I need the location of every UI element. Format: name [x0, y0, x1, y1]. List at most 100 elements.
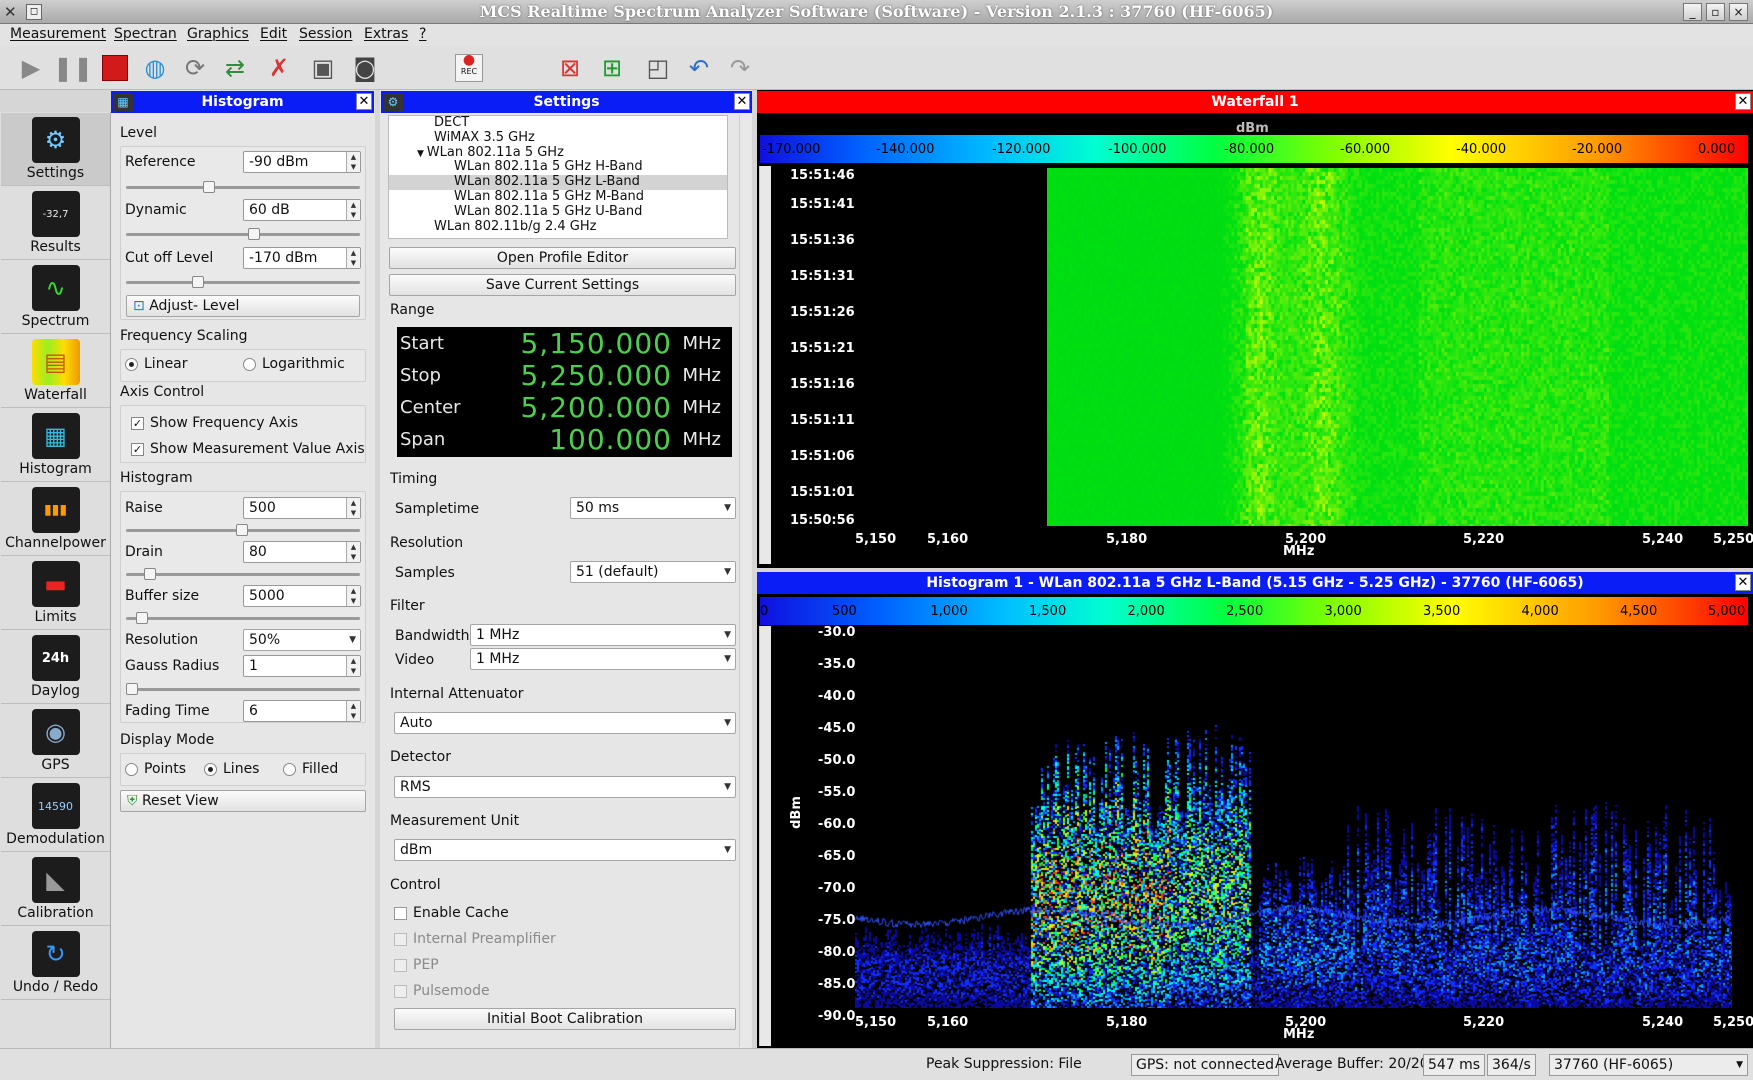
menu-session[interactable]: Session [299, 26, 352, 42]
profile-item[interactable]: WLan 802.11a 5 GHz H-Band [389, 160, 727, 175]
redo-icon[interactable]: ↷ [723, 52, 757, 84]
reference-slider[interactable] [126, 181, 360, 193]
close-button[interactable]: × [1729, 3, 1748, 21]
reset-view-button[interactable]: ⛨ Reset View [120, 790, 366, 812]
lines-radio[interactable]: Lines [204, 761, 259, 777]
menu-edit[interactable]: Edit [260, 26, 287, 42]
points-radio[interactable]: Points [125, 761, 186, 777]
profile-group[interactable]: ▼ WLan 802.11a 5 GHz [389, 145, 727, 161]
linear-radio[interactable]: Linear [125, 356, 188, 372]
attenuator-select[interactable]: Auto ▼ [394, 712, 736, 734]
waterfall-scrollbar[interactable] [759, 166, 771, 564]
undo-icon[interactable]: ↶ [682, 52, 716, 84]
sidebar-item-calibration[interactable]: ◣ Calibration [1, 853, 110, 926]
slider-handle[interactable] [248, 228, 260, 240]
close-settings-panel-icon[interactable]: ✕ [734, 93, 750, 110]
slider-handle[interactable] [192, 276, 204, 288]
sidebar-item-settings[interactable]: ⚙ Settings [1, 113, 110, 186]
show-frequency-axis-checkbox[interactable]: ✓ Show Frequency Axis [131, 415, 298, 431]
dynamic-spinbox[interactable]: 60 dB ▲ ▼ [243, 199, 361, 221]
menu-help[interactable]: ? [419, 26, 426, 42]
dynamic-slider[interactable] [126, 228, 360, 240]
spin-arrows-icon[interactable]: ▲ ▼ [346, 701, 360, 721]
adjust-level-button[interactable]: ⊡ Adjust- Level [126, 295, 360, 317]
sidebar-item-demodulation[interactable]: 14590 Demodulation [1, 779, 110, 852]
reference-spinbox[interactable]: -90 dBm ▲ ▼ [243, 151, 361, 173]
minimize-button[interactable]: _ [1683, 3, 1702, 21]
sidebar-item-undo-redo[interactable]: ↻ Undo / Redo [1, 927, 110, 1000]
profile-item[interactable]: DECT [389, 116, 727, 131]
buffer-size-spinbox[interactable]: 5000 ▲ ▼ [243, 585, 361, 607]
probe-icon[interactable]: ◍ [138, 52, 172, 84]
sidebar-item-waterfall[interactable]: ▤ Waterfall [1, 335, 110, 408]
close-histogram-view-icon[interactable]: ✕ [1735, 574, 1751, 591]
profile-tree[interactable]: DECT WiMAX 3.5 GHz ▼ WLan 802.11a 5 GHz … [388, 115, 728, 239]
close-waterfall-icon[interactable]: ✕ [1735, 93, 1751, 110]
spin-arrows-icon[interactable]: ▲ ▼ [346, 586, 360, 606]
logarithmic-radio[interactable]: Logarithmic [243, 356, 345, 372]
spin-arrows-icon[interactable]: ▲ ▼ [346, 542, 360, 562]
drain-spinbox[interactable]: 80 ▲ ▼ [243, 541, 361, 563]
camera-icon[interactable]: ◙ [348, 52, 382, 84]
reset-icon[interactable]: ⟳ [178, 52, 212, 84]
slider-handle[interactable] [203, 181, 215, 193]
connect-icon[interactable]: ⇄ [218, 52, 252, 84]
buffer-size-slider[interactable] [126, 612, 360, 624]
sidebar-item-channelpower[interactable]: ▮▮▮ Channelpower [1, 483, 110, 556]
gauss-radius-spinbox[interactable]: 1 ▲ ▼ [243, 655, 361, 677]
video-select[interactable]: 1 MHz ▼ [470, 648, 736, 670]
resolution-select[interactable]: 50% ▼ [243, 629, 361, 651]
pause-icon[interactable]: ❚❚ [53, 52, 93, 84]
gauss-radius-slider[interactable] [126, 683, 360, 695]
profile-item[interactable]: WiMAX 3.5 GHz [389, 130, 727, 146]
sidebar-item-gps[interactable]: ◉ GPS [1, 705, 110, 778]
spin-arrows-icon[interactable]: ▲ ▼ [346, 498, 360, 518]
sidebar-item-limits[interactable]: ▬ Limits [1, 557, 110, 630]
profile-item[interactable]: WLan 802.11a 5 GHz M-Band [389, 189, 727, 205]
sidebar-item-daylog[interactable]: 24h Daylog [1, 631, 110, 704]
slider-handle[interactable] [136, 612, 148, 624]
initial-boot-calibration-button[interactable]: Initial Boot Calibration [394, 1008, 736, 1030]
menu-extras[interactable]: Extras [364, 26, 408, 42]
detector-select[interactable]: RMS ▼ [394, 776, 736, 798]
range-center-row[interactable]: Center 5,200.000 MHz [397, 391, 732, 424]
map-icon[interactable]: ◰ [641, 52, 675, 84]
show-measurement-axis-checkbox[interactable]: ✓ Show Measurement Value Axis [131, 441, 365, 457]
cutoff-spinbox[interactable]: -170 dBm ▲ ▼ [243, 247, 361, 269]
stop-icon[interactable] [98, 52, 132, 84]
histogram-scrollbar[interactable] [759, 626, 771, 1046]
slider-handle[interactable] [126, 683, 138, 695]
measurement-unit-select[interactable]: dBm ▼ [394, 839, 736, 861]
save-current-settings-button[interactable]: Save Current Settings [389, 274, 736, 296]
drain-slider[interactable] [126, 568, 360, 580]
expand-arrow-icon[interactable]: ▼ [417, 149, 427, 159]
range-stop-row[interactable]: Stop 5,250.000 MHz [397, 359, 732, 392]
slider-handle[interactable] [144, 568, 156, 580]
profile-item[interactable]: WLan 802.11b/g 2.4 GHz [389, 219, 727, 235]
maximize-button[interactable]: ▫ [1706, 3, 1725, 21]
menu-measurement[interactable]: Measurement [10, 26, 106, 42]
slider-handle[interactable] [236, 524, 248, 536]
enable-cache-checkbox[interactable]: Enable Cache [394, 905, 509, 921]
range-span-row[interactable]: Span 100.000 MHz [397, 423, 732, 456]
cutoff-slider[interactable] [126, 276, 360, 288]
settings-scrollbar[interactable] [739, 115, 751, 1047]
bandwidth-select[interactable]: 1 MHz ▼ [470, 624, 736, 646]
menu-spectran[interactable]: Spectran [114, 26, 177, 42]
spin-arrows-icon[interactable]: ▲ ▼ [346, 248, 360, 268]
export-icon[interactable]: ▣ [306, 52, 340, 84]
fading-time-spinbox[interactable]: 6 ▲ ▼ [243, 700, 361, 722]
open-profile-editor-button[interactable]: Open Profile Editor [389, 247, 736, 269]
waterfall-plot[interactable] [1047, 168, 1748, 526]
device-select[interactable]: 37760 (HF-6065) ▼ [1549, 1054, 1748, 1076]
profile-item-selected[interactable]: WLan 802.11a 5 GHz L-Band [389, 174, 727, 190]
clear-icon[interactable]: ✗ [262, 52, 296, 84]
range-start-row[interactable]: Start 5,150.000 MHz [397, 327, 732, 360]
spin-arrows-icon[interactable]: ▲ ▼ [346, 152, 360, 172]
profile-item[interactable]: WLan 802.11a 5 GHz U-Band [389, 204, 727, 220]
close-histogram-panel-icon[interactable]: ✕ [356, 93, 372, 110]
samples-select[interactable]: 51 (default) ▼ [570, 561, 736, 583]
histogram-plot[interactable] [855, 630, 1732, 1008]
spin-arrows-icon[interactable]: ▲ ▼ [346, 200, 360, 220]
play-icon[interactable]: ▶ [14, 52, 48, 84]
